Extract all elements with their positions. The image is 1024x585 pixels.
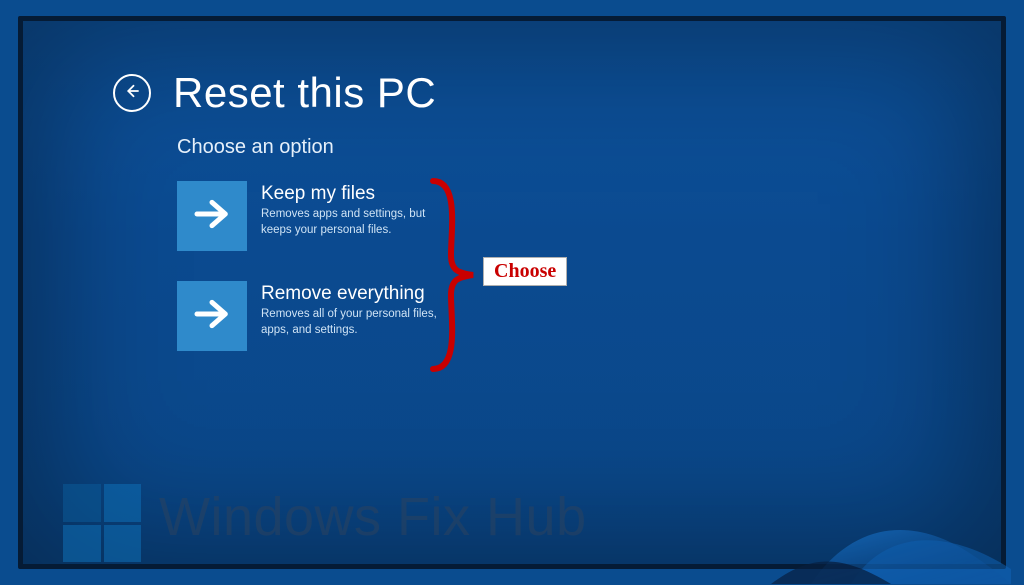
- recovery-screen: Reset this PC Choose an option Keep my f…: [18, 16, 1006, 569]
- page-subtitle: Choose an option: [177, 136, 334, 159]
- option-text: Remove everything Removes all of your pe…: [261, 281, 437, 338]
- option-description: Removes apps and settings, but keeps you…: [261, 207, 437, 238]
- decorative-swirl-icon: [771, 404, 1011, 584]
- option-description: Removes all of your personal files, apps…: [261, 307, 437, 338]
- option-tile: [177, 181, 247, 251]
- back-arrow-icon: [123, 82, 141, 105]
- option-remove-everything[interactable]: Remove everything Removes all of your pe…: [177, 281, 437, 351]
- back-button[interactable]: [113, 74, 151, 112]
- watermark-logo-icon: [63, 484, 141, 562]
- option-title: Keep my files: [261, 183, 437, 205]
- option-keep-my-files[interactable]: Keep my files Removes apps and settings,…: [177, 181, 437, 251]
- arrow-right-icon: [192, 194, 232, 239]
- option-text: Keep my files Removes apps and settings,…: [261, 181, 437, 238]
- page-title: Reset this PC: [173, 69, 436, 117]
- options-list: Keep my files Removes apps and settings,…: [177, 181, 437, 351]
- option-tile: [177, 281, 247, 351]
- page-header: Reset this PC: [113, 69, 436, 117]
- watermark-text: Windows Fix Hub: [159, 486, 587, 548]
- annotation-label: Choose: [483, 257, 567, 286]
- arrow-right-icon: [192, 294, 232, 339]
- watermark: Windows Fix Hub: [63, 478, 587, 556]
- option-title: Remove everything: [261, 283, 437, 305]
